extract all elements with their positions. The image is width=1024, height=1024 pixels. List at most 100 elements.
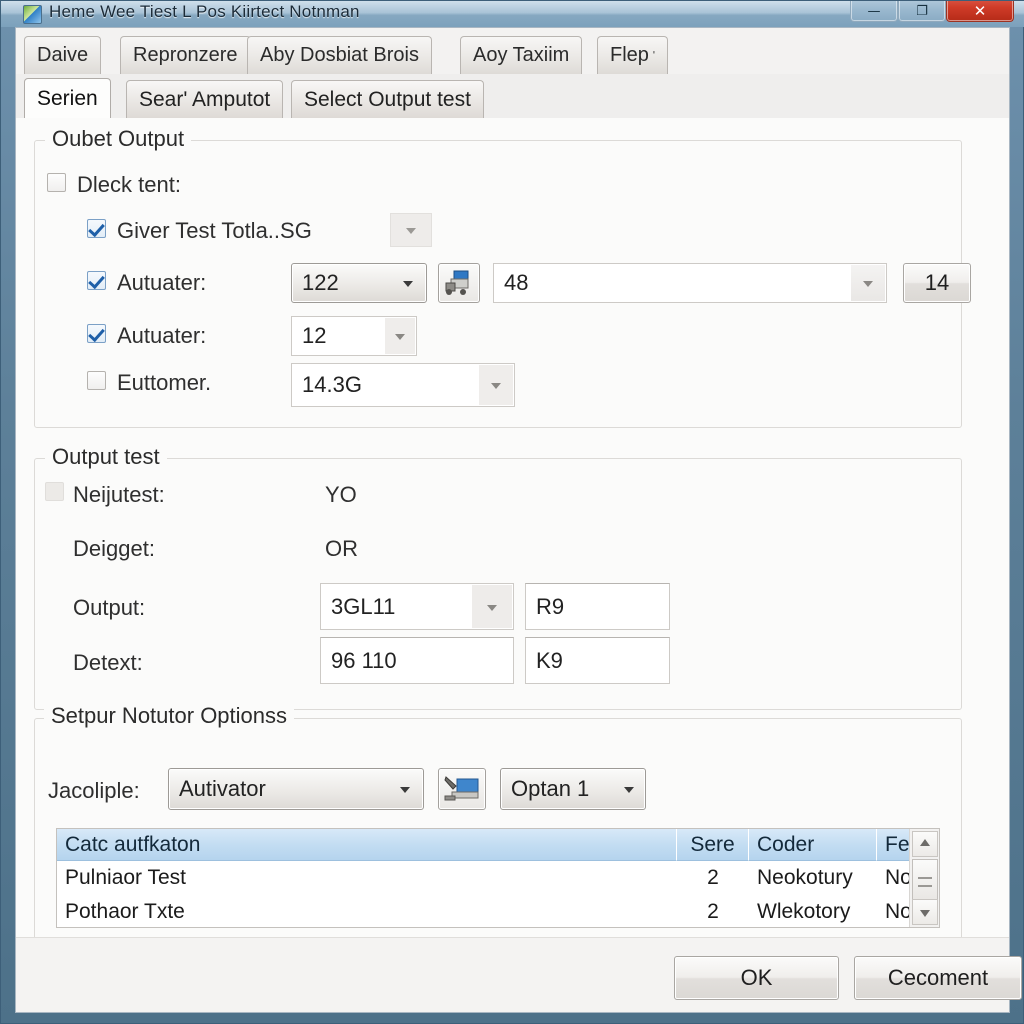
group-setpur-legend: Setpur Notutor Optionss <box>44 703 295 729</box>
outer-tab-daive[interactable]: Daive <box>24 36 102 74</box>
list-scrollbar[interactable] <box>909 829 939 927</box>
combo-euttomer[interactable]: 14.3G <box>291 363 515 407</box>
scanner-icon <box>444 776 479 801</box>
title-bar: Heme Wee Tiest L Pos Kiirtect Notnman — … <box>1 1 1024 27</box>
list-column-header-catc-autfkaton[interactable]: Catc autfkaton <box>57 829 677 861</box>
combo-optan-1[interactable]: Optan 1 <box>500 768 646 810</box>
cell-sere: 2 <box>707 866 719 889</box>
label-output: Output: <box>73 595 146 620</box>
ok-button-label: OK <box>740 965 773 990</box>
list-column-header-coder[interactable]: Coder <box>749 829 877 861</box>
ok-button[interactable]: OK <box>674 956 839 1000</box>
chevron-down-icon-giver-test[interactable] <box>390 213 432 247</box>
group-oubet-output-legend: Oubet Output <box>45 126 192 152</box>
cell-coder: Wlekotory <box>757 900 851 923</box>
label-dleck-tent: Dleck tent: <box>77 172 181 197</box>
printer-icon <box>445 270 469 295</box>
textbox-detext-left-value: 96 110 <box>331 647 397 673</box>
group-setpur-notutor-options: Setpur Notutor Optionss Jacoliple: Autiv… <box>34 703 962 950</box>
checkbox-autuater-1[interactable] <box>87 271 106 290</box>
printer-icon-button[interactable] <box>438 263 480 303</box>
inner-tab-label: Searʹ Amputot <box>139 87 271 111</box>
inner-tab-sear-amputot[interactable]: Searʹ Amputot <box>126 80 284 118</box>
outer-tab-aoy-taxiim[interactable]: Aoy Taxiim <box>460 36 583 74</box>
cancel-button-label: Cecoment <box>887 965 989 990</box>
inner-tab-label: Select Output test <box>304 87 471 111</box>
combo-optan-1-value: Optan 1 <box>511 776 590 801</box>
minimize-button[interactable]: — <box>850 1 898 22</box>
outer-tab-bar: Daive Repronzere Aby Dosbiat Brois Aoy T… <box>16 28 1009 75</box>
group-output-test: Output test Neijutest: YO Deigget: OR Ou… <box>34 444 962 710</box>
combo-autivator[interactable]: Autivator <box>168 768 424 810</box>
chevron-down-icon[interactable] <box>614 770 644 808</box>
window-title: Heme Wee Tiest L Pos Kiirtect Notnman <box>49 2 360 21</box>
app-icon <box>23 5 42 24</box>
checkbox-giver-test-totla[interactable] <box>87 219 106 238</box>
table-row[interactable]: Pulniaor Test 2 Neokotury Not <box>57 861 939 895</box>
cell-coder: Neokotury <box>757 866 853 889</box>
list-header-row: Catc autfkaton Sere Coder Fele <box>57 829 939 861</box>
button-14-label: 14 <box>924 270 950 295</box>
chevron-down-icon[interactable] <box>479 365 513 405</box>
scanner-icon-button[interactable] <box>438 768 486 810</box>
chevron-down-icon[interactable] <box>385 318 415 354</box>
minimize-icon: — <box>867 4 881 19</box>
combo-autivator-value: Autivator <box>179 776 266 801</box>
list-column-header-sere[interactable]: Sere <box>677 829 749 861</box>
chevron-down-icon[interactable] <box>851 265 885 301</box>
label-detext: Detext: <box>73 650 143 675</box>
cell-name: Pulniaor Test <box>65 866 187 889</box>
checkbox-dleck-tent[interactable] <box>47 173 66 192</box>
combo-autuater-1-value: 122 <box>302 270 339 295</box>
maximize-button[interactable]: ❐ <box>898 1 946 22</box>
label-giver-test-totla: Giver Test Totla..SG <box>117 218 312 243</box>
value-deigget: OR <box>325 536 358 561</box>
combo-output[interactable]: 3GL11 <box>320 583 514 630</box>
inner-tab-serien[interactable]: Serien <box>24 78 111 119</box>
close-button[interactable]: ✕ <box>946 1 1014 22</box>
checkbox-autuater-2[interactable] <box>87 324 106 343</box>
combo-euttomer-value: 14.3G <box>302 372 362 397</box>
results-list[interactable]: Catc autfkaton Sere Coder Fele Pulniaor … <box>56 828 940 928</box>
outer-tab-label: Repronzere <box>133 44 238 66</box>
textbox-detext-left[interactable]: 96 110 <box>320 637 514 684</box>
combo-wide-48[interactable]: 48 <box>493 263 887 303</box>
outer-tab-aby-dosbiat-brois[interactable]: Aby Dosbiat Brois <box>247 36 432 74</box>
textbox-detext-right[interactable]: K9 <box>525 637 670 684</box>
combo-wide-48-value: 48 <box>504 270 529 295</box>
group-oubet-output: Oubet Output Dleck tent: Giver Test Totl… <box>34 126 971 428</box>
table-row[interactable]: Pothaor Txte 2 Wlekotory Not <box>57 895 939 929</box>
combo-autuater-2[interactable]: 12 <box>291 316 417 356</box>
label-euttomer: Euttomer. <box>117 370 212 395</box>
label-autuater-1: Autuater: <box>117 270 207 295</box>
combo-autuater-1[interactable]: 122 <box>291 263 427 303</box>
textbox-detext-right-value: K9 <box>536 647 563 673</box>
label-jacoliple: Jacoliple: <box>48 778 140 803</box>
chevron-down-icon[interactable] <box>388 770 422 808</box>
outer-tab-label: Daive <box>37 44 89 66</box>
outer-tab-flep[interactable]: Flep ʹ <box>597 36 669 74</box>
combo-output-value: 3GL11 <box>331 593 396 619</box>
inner-tab-select-output-test[interactable]: Select Output test <box>291 80 484 118</box>
checkbox-euttomer[interactable] <box>87 371 106 390</box>
outer-tab-superscript: ʹ <box>652 49 656 62</box>
scroll-down-icon[interactable] <box>912 899 938 925</box>
button-14[interactable]: 14 <box>903 263 971 303</box>
inner-tab-label: Serien <box>37 87 98 110</box>
scroll-up-icon[interactable] <box>912 831 938 857</box>
textbox-output-right-value: R9 <box>536 593 565 619</box>
application-window: Heme Wee Tiest L Pos Kiirtect Notnman — … <box>0 0 1024 1024</box>
value-neijutest: YO <box>325 482 357 507</box>
checkbox-neijutest[interactable] <box>45 482 64 501</box>
textbox-output-right[interactable]: R9 <box>525 583 670 630</box>
cell-sere: 2 <box>707 900 719 923</box>
scroll-thumb[interactable] <box>912 859 938 901</box>
outer-tab-label: Flep <box>610 44 649 66</box>
cancel-button[interactable]: Cecoment <box>854 956 1022 1000</box>
chevron-down-icon[interactable] <box>391 265 425 301</box>
tab-page-serien: Oubet Output Dleck tent: Giver Test Totl… <box>16 118 1022 1012</box>
cell-name: Pothaor Txte <box>65 900 185 923</box>
chevron-down-icon[interactable] <box>472 585 512 628</box>
outer-tab-repronzere[interactable]: Repronzere <box>120 36 251 74</box>
label-neijutest: Neijutest: <box>73 482 165 507</box>
